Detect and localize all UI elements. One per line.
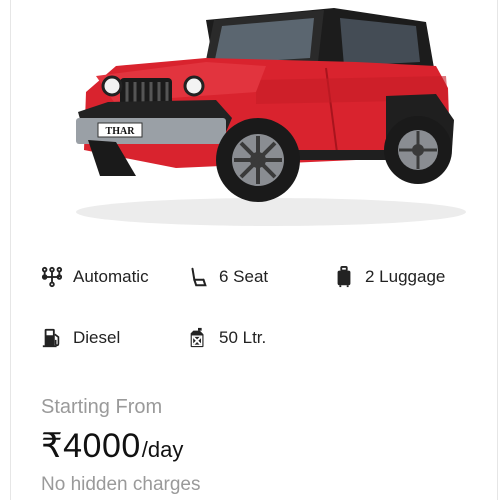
price-row: ₹4000 /day — [41, 426, 183, 466]
thar-badge: THAR — [106, 126, 136, 137]
price-unit: /day — [141, 437, 184, 462]
spec-transmission-label: Automatic — [73, 267, 149, 286]
fuel-pump-icon — [41, 327, 63, 349]
gearshift-icon — [41, 266, 63, 288]
spec-seats: 6 Seat — [187, 264, 268, 290]
seat-icon — [187, 266, 209, 288]
car-image: THAR — [76, 8, 466, 226]
spec-luggage-label: 2 Luggage — [365, 267, 446, 286]
spec-seats-label: 6 Seat — [219, 267, 269, 286]
car-rental-card[interactable]: THAR Automatic 6 Seat 2 Luggage Diesel 5… — [10, 0, 498, 500]
no-hidden-charges-note: No hidden charges — [41, 474, 201, 495]
spec-tank: 50 Ltr. — [187, 325, 266, 351]
spec-luggage: 2 Luggage — [333, 264, 445, 290]
spec-fuel: Diesel — [41, 325, 120, 351]
price-value: ₹4000 — [41, 427, 141, 465]
spec-tank-label: 50 Ltr. — [219, 328, 267, 347]
starting-from-label: Starting From — [41, 396, 163, 418]
jerrycan-icon — [187, 327, 209, 349]
spec-fuel-label: Diesel — [73, 328, 121, 347]
spec-transmission: Automatic — [41, 264, 149, 290]
luggage-icon — [333, 266, 355, 288]
